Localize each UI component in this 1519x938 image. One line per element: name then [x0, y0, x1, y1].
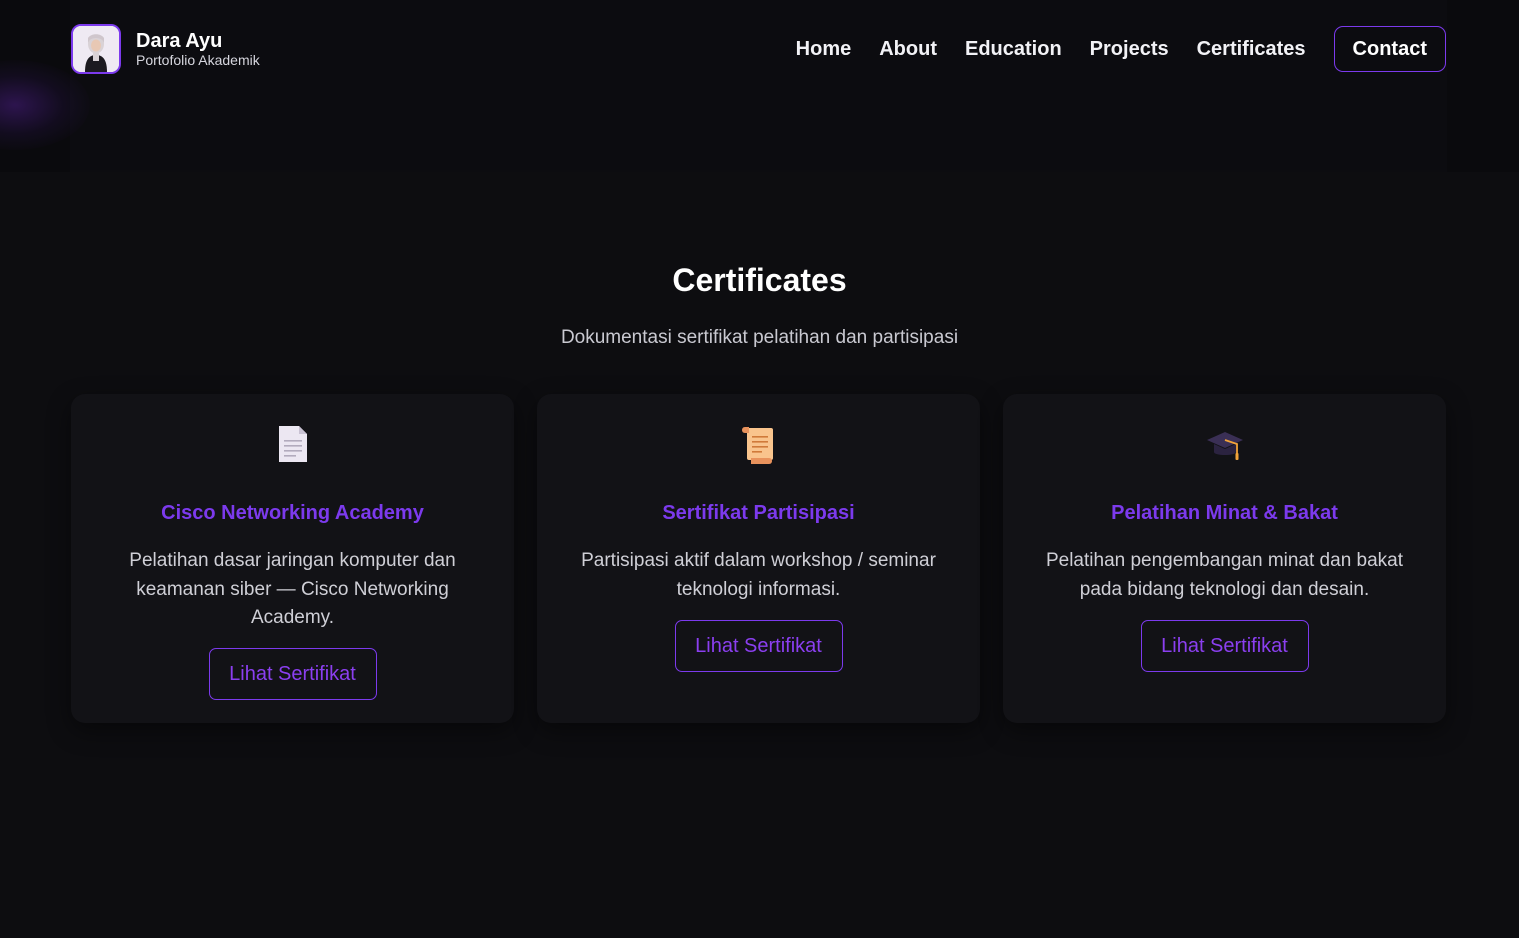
certificate-card-minat-bakat: Pelatihan Minat & Bakat Pelatihan pengem…	[1003, 394, 1446, 723]
card-description: Partisipasi aktif dalam workshop / semin…	[581, 550, 936, 600]
certificate-card-partisipasi: Sertifikat Partisipasi Partisipasi aktif…	[537, 394, 980, 723]
main-nav: Home About Education Projects Certificat…	[796, 26, 1446, 72]
section-subtitle: Dokumentasi sertifikat pelatihan dan par…	[560, 327, 959, 348]
scroll-icon	[537, 424, 980, 464]
brand-name: Dara Ayu	[136, 30, 223, 52]
nav-about[interactable]: About	[879, 38, 937, 61]
nav-certificates[interactable]: Certificates	[1197, 38, 1306, 61]
certificate-card-cisco: Cisco Networking Academy Pelatihan dasar…	[71, 394, 514, 723]
site-header: Dara Ayu Portofolio Akademik Home About …	[71, 24, 1446, 74]
brand-subtitle: Portofolio Akademik	[136, 52, 260, 68]
brand[interactable]: Dara Ayu Portofolio Akademik	[71, 24, 260, 74]
view-certificate-button[interactable]: Lihat Sertifikat	[674, 620, 843, 672]
section-title: Certificates	[672, 262, 847, 298]
card-title: Sertifikat Partisipasi	[662, 502, 855, 524]
view-certificate-button[interactable]: Lihat Sertifikat	[1140, 620, 1309, 672]
graduation-cap-icon	[1003, 424, 1446, 464]
card-description: Pelatihan dasar jaringan komputer dan ke…	[129, 550, 456, 628]
document-icon	[71, 424, 514, 464]
card-title: Pelatihan Minat & Bakat	[1111, 502, 1338, 524]
nav-education[interactable]: Education	[965, 38, 1062, 61]
certificate-cards: Cisco Networking Academy Pelatihan dasar…	[71, 394, 1447, 724]
avatar	[71, 24, 121, 74]
view-certificate-button[interactable]: Lihat Sertifikat	[208, 648, 377, 700]
card-description: Pelatihan pengembangan minat dan bakat p…	[1045, 550, 1404, 600]
nav-home[interactable]: Home	[796, 38, 852, 61]
card-title: Cisco Networking Academy	[161, 502, 424, 524]
contact-button[interactable]: Contact	[1333, 26, 1446, 72]
nav-projects[interactable]: Projects	[1090, 38, 1169, 61]
profile-photo-icon	[73, 26, 119, 72]
